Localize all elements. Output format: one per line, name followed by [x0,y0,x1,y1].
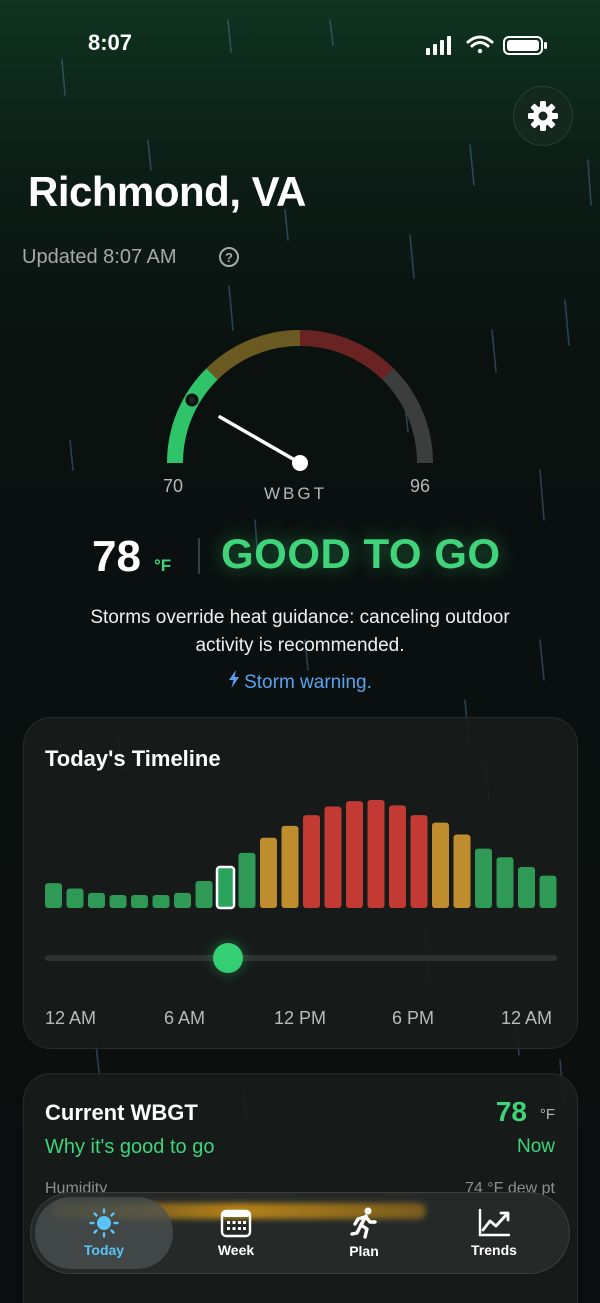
timeline-bar[interactable] [518,866,535,908]
timeline-bar[interactable] [367,800,385,908]
tab-label: Today [83,1242,125,1258]
guidance-message: Storms override heat guidance: canceling… [90,607,510,656]
timeline-bar[interactable] [152,895,170,908]
timeline-bar-current[interactable] [215,865,236,910]
tab-label: Plan [349,1243,379,1259]
timeline-bar[interactable] [174,892,191,908]
timeline-bar[interactable] [238,852,256,908]
timeline-bar[interactable] [475,848,492,908]
tab-today[interactable]: Today [35,1197,173,1269]
timeline-bar[interactable] [432,822,449,908]
chart-line-icon [478,1208,511,1237]
tab-label: Week [217,1242,255,1258]
temperature-value: 78 [92,532,141,581]
timeline-x-label: 6 PM [392,1008,435,1028]
timeline-bar[interactable] [346,801,363,908]
timeline-title: Today's Timeline [45,746,221,771]
updated-time: Updated 8:07 AM [22,246,177,268]
timeline-slider-knob[interactable] [213,943,243,973]
timeline-bar[interactable] [66,888,84,908]
gauge-needle [218,415,302,465]
gauge-arc-danger [299,329,394,380]
tab-label: Trends [471,1242,517,1258]
lightning-icon [229,670,240,688]
gauge-max-label: 96 [410,476,431,496]
status-time: 8:07 [88,30,133,55]
timeline-slider-track[interactable] [45,955,557,961]
calendar-icon [220,1209,252,1238]
tab-trends[interactable]: Trends [425,1197,563,1269]
timeline-bar[interactable] [496,857,514,908]
timeline-bar[interactable] [281,825,299,908]
current-unit: °F [539,1106,555,1123]
timeline-bar[interactable] [410,815,428,908]
timeline-x-label: 12 AM [501,1008,553,1028]
status-indicators [426,35,547,55]
current-value: 78 [495,1096,527,1127]
timeline-x-label: 12 PM [274,1008,327,1028]
tab-week[interactable]: Week [167,1197,305,1269]
timeline-bar[interactable] [539,875,557,908]
settings-button[interactable] [513,86,573,146]
help-icon[interactable]: ? [219,247,239,267]
runner-icon [350,1207,377,1239]
tab-plan[interactable]: Plan [295,1197,433,1269]
wbgt-gauge [166,329,434,471]
gauge-arc-caution [206,329,301,380]
gauge-arc-good [166,368,218,464]
city-title: Richmond, VA [28,168,306,215]
timeline-bar[interactable] [303,815,320,908]
sun-icon [89,1208,119,1238]
gauge-pivot [292,455,308,471]
gauge-arc-extreme [382,368,434,464]
timeline-bar[interactable] [88,892,105,908]
timeline-x-label: 6 AM [164,1008,206,1028]
reading-divider [198,538,200,574]
wifi-icon [466,35,494,54]
gauge-min-label: 70 [163,476,184,496]
timeline-bar[interactable] [195,881,213,908]
timeline-card: Today's Timeline 12 AM 6 AM 12 PM 6 PM 1… [23,717,578,1049]
timeline-bar[interactable] [324,806,342,908]
timeline-bar[interactable] [45,883,62,908]
temperature-unit: °F [154,556,172,575]
timeline-bar[interactable] [453,834,471,908]
activity-verdict: GOOD TO GO [221,530,501,577]
current-title: Current WBGT [45,1100,198,1125]
battery-icon [503,36,547,55]
timeline-x-label: 12 AM [45,1008,97,1028]
signal-icon [426,36,451,55]
storm-warning-text: Storm warning. [244,672,372,693]
current-when: Now [516,1136,555,1157]
storm-warning-link[interactable]: Storm warning. [0,670,600,694]
tab-bar: Today Week Plan Trends [30,1192,570,1274]
timeline-bar[interactable] [389,805,406,908]
timeline-bar[interactable] [260,837,277,908]
current-subtitle: Why it's good to go [45,1136,215,1158]
timeline-bar[interactable] [109,895,127,908]
timeline-bar[interactable] [131,895,148,908]
gear-icon [528,101,558,131]
gauge-label: WBGT [264,484,327,503]
